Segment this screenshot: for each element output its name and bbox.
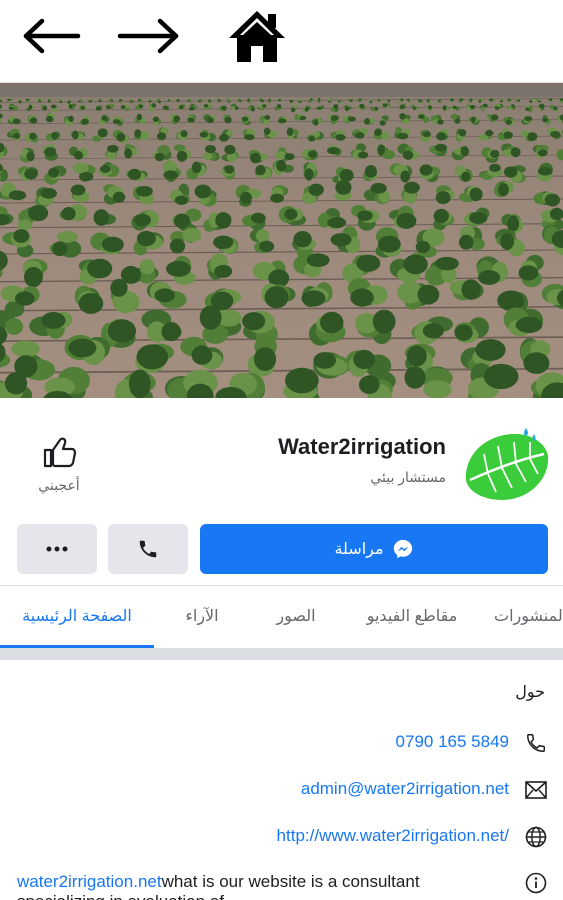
page-description: water2irrigation.netwhat is our website … — [17, 872, 487, 900]
phone-icon — [523, 730, 549, 756]
envelope-icon — [523, 777, 549, 803]
phone-icon — [139, 540, 157, 558]
page-avatar[interactable] — [458, 418, 552, 512]
tab-posts[interactable]: المنشورات — [494, 586, 563, 648]
home-button[interactable] — [224, 8, 290, 64]
forward-button[interactable] — [114, 8, 184, 64]
tab-photos[interactable]: الصور — [266, 586, 326, 648]
website-row[interactable]: http://www.water2irrigation.net/ — [0, 822, 563, 852]
phone-row[interactable]: 0790 165 5849 — [0, 728, 563, 758]
thumbs-up-icon — [43, 437, 77, 468]
section-separator — [0, 648, 563, 660]
website-link[interactable]: http://www.water2irrigation.net/ — [277, 826, 509, 846]
message-button[interactable]: مراسلة — [200, 524, 548, 574]
phone-number[interactable]: 0790 165 5849 — [396, 732, 509, 752]
email-address[interactable]: admin@water2irrigation.net — [301, 779, 509, 799]
arrow-left-icon — [23, 18, 81, 54]
call-button[interactable] — [108, 524, 188, 574]
tab-reviews[interactable]: الآراء — [172, 586, 232, 648]
info-icon — [523, 870, 549, 896]
browser-nav-bar — [0, 0, 563, 82]
email-row[interactable]: admin@water2irrigation.net — [0, 775, 563, 805]
action-buttons: مراسلة — [0, 524, 563, 576]
tab-home[interactable]: الصفحة الرئيسية — [0, 586, 154, 648]
about-title: حول — [515, 684, 545, 701]
messenger-icon — [393, 539, 412, 559]
cover-photo — [0, 82, 563, 398]
page-title: Water2irrigation — [278, 434, 446, 459]
description-link[interactable]: water2irrigation.net — [17, 872, 162, 891]
more-dots-icon — [46, 546, 68, 552]
back-button[interactable] — [18, 8, 84, 64]
page-header: أعجبني Water2irrigation مستشار بيئي — [0, 398, 563, 518]
more-button[interactable] — [17, 524, 97, 574]
globe-icon — [523, 824, 549, 850]
like-button[interactable]: أعجبني — [20, 434, 98, 500]
home-icon — [229, 11, 285, 62]
about-section: حول 0790 165 5849 admin@water2irrigation… — [0, 660, 563, 900]
message-label: مراسلة — [334, 541, 384, 558]
tab-videos[interactable]: مقاطع الفيديو — [360, 586, 464, 648]
page-tabs: الصفحة الرئيسية الآراء الصور مقاطع الفيد… — [0, 586, 563, 648]
arrow-right-icon — [117, 18, 179, 54]
leaf-logo-icon — [465, 428, 549, 500]
like-label: أعجبني — [38, 477, 80, 493]
page-category: مستشار بيئي — [370, 469, 446, 485]
